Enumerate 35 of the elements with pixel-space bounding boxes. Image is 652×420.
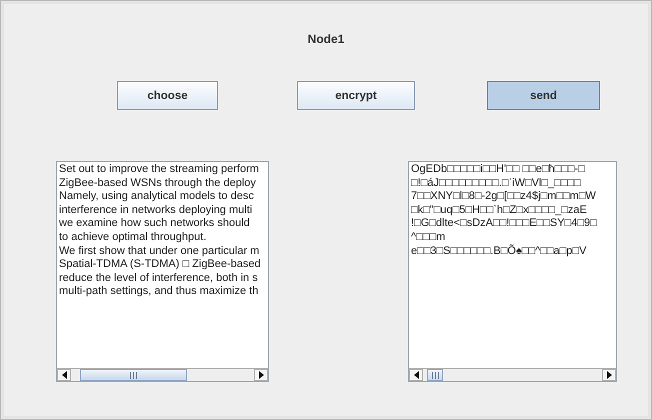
scroll-thumb[interactable]: [427, 369, 443, 381]
text-area[interactable]: OgEDb□□□□□i□□H'□□ □□e□ħ□□□-□ □!□áJ□□□□□□□□□.□ʾiW□Vl□_□□□□ 7□□XNY□l□8□-2g□[□□z4$j□m□□m□W □k□"□uq□5□H□□`h□Z□x□□□□_□zaE !□G□dlte<□sDzA□□!□□□E□□SY□4□9□ ^□□□m e□□3□S□□□□□□.B□Õ♠□□^□□a□p□V: [408, 161, 617, 382]
text-line: to achieve optimal throughput.: [59, 230, 206, 245]
left-arrow-icon: [414, 371, 418, 379]
button[interactable]: choose: [117, 81, 218, 110]
grip-icon: [130, 372, 137, 378]
text-line: multi-path settings, and thus maximize th: [59, 285, 258, 299]
text-line: ^□□□m: [411, 230, 446, 244]
grip-icon: [432, 372, 438, 378]
text-line: !□G□dlte<□sDzA□□!□□□E□□SY□4□9□: [411, 217, 597, 231]
left-arrow-icon: [62, 371, 66, 379]
pressed-button[interactable]: send: [487, 81, 600, 110]
right-arrow-icon: [606, 371, 612, 379]
button[interactable]: encrypt: [297, 81, 415, 110]
text-line: interference in networks deploying multi: [59, 204, 252, 218]
scroll-thumb[interactable]: [80, 369, 187, 381]
text-line: □k□"□uq□5□H□□`h□Z□x□□□□_□zaE: [411, 204, 587, 218]
text-line: OgEDb□□□□□i□□H'□□ □□e□ħ□□□-□: [411, 163, 585, 177]
text-line: we examine how such networks should: [59, 217, 250, 231]
right-arrow-icon: [258, 371, 264, 379]
text-line: Spatial-TDMA (S-TDMA) □ ZigBee-based: [59, 258, 261, 272]
text-line: Namely, using analytical models to desc: [59, 190, 254, 204]
text-line: 7□□XNY□l□8□-2g□[□□z4$j□m□□m□W: [411, 190, 596, 204]
scroll-left-button[interactable]: [57, 369, 71, 381]
text-line: Set out to improve the streaming perform: [59, 163, 259, 177]
text-area[interactable]: [56, 161, 269, 382]
text-line: e□□3□S□□□□□□.B□Õ♠□□^□□a□p□V: [411, 244, 586, 258]
window-title: Node1: [308, 32, 344, 46]
text-line: We first show that under one particular m: [59, 244, 260, 258]
text-line: ZigBee-based WSNs through the deploy: [59, 176, 256, 190]
text-line: □!□áJ□□□□□□□□□.□ʾiW□Vl□_□□□□: [411, 176, 581, 190]
scroll-right-button[interactable]: [602, 369, 616, 381]
text-line: reduce the level of interference, both in s: [59, 272, 258, 286]
scroll-left-button[interactable]: [409, 369, 423, 381]
scroll-right-button[interactable]: [254, 369, 268, 381]
